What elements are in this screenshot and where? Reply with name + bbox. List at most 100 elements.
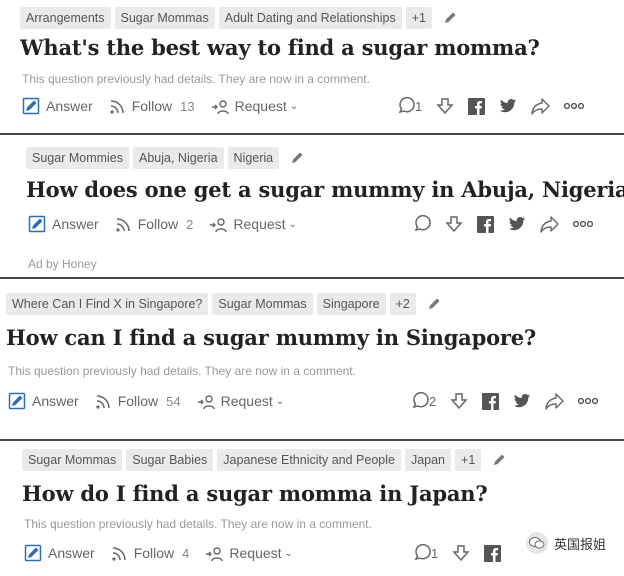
comment-count: 2 — [429, 393, 437, 409]
downvote-button[interactable] — [452, 544, 470, 562]
facebook-share-button[interactable] — [484, 544, 502, 562]
twitter-share-button[interactable] — [508, 216, 526, 232]
request-button[interactable]: Request ⌄ — [209, 216, 297, 233]
topic-tag[interactable]: Sugar Babies — [126, 449, 214, 471]
answer-label: Answer — [52, 216, 99, 232]
topic-tags: Sugar Mommas Sugar Babies Japanese Ethni… — [22, 448, 507, 472]
follow-label: Follow — [137, 216, 179, 232]
comment-count: 1 — [415, 98, 423, 114]
question-title[interactable]: How can I find a sugar mummy in Singapor… — [6, 325, 536, 350]
answer-button[interactable]: Answer — [28, 215, 99, 233]
request-label: Request — [220, 393, 273, 409]
follow-rss-icon — [112, 546, 126, 561]
downvote-button[interactable] — [445, 215, 463, 233]
answer-button[interactable]: Answer — [8, 392, 79, 410]
twitter-icon — [514, 394, 531, 408]
edit-topics-icon[interactable] — [426, 296, 442, 312]
facebook-share-button[interactable] — [482, 392, 500, 410]
comment-button[interactable]: 2 — [411, 392, 436, 410]
comment-count: 1 — [431, 545, 439, 561]
more-options-button[interactable] — [564, 103, 585, 109]
answer-button[interactable]: Answer — [24, 544, 95, 562]
request-button[interactable]: Request ⌄ — [197, 393, 284, 410]
share-button[interactable] — [531, 97, 550, 115]
question-title[interactable]: How does one get a sugar mummy in Abuja,… — [26, 177, 624, 202]
watermark: 英国报姐 — [525, 532, 606, 554]
edit-topics-icon[interactable] — [491, 452, 507, 468]
answer-pencil-icon — [24, 544, 42, 562]
follow-button[interactable]: Follow 4 — [111, 545, 189, 562]
follow-label: Follow — [131, 98, 173, 114]
answer-button[interactable]: Answer — [22, 97, 93, 115]
more-topics-tag[interactable]: +1 — [455, 449, 482, 471]
follow-button[interactable]: Follow 13 — [109, 98, 195, 115]
share-button[interactable] — [545, 392, 564, 410]
follow-label: Follow — [117, 393, 159, 409]
more-options-button[interactable] — [573, 221, 593, 227]
question-actions: Answer Follow 4 Request ⌄ — [24, 542, 309, 564]
topic-tag[interactable]: Sugar Mommas — [22, 449, 123, 471]
share-actions: 2 — [411, 390, 599, 412]
comment-button[interactable] — [413, 215, 431, 233]
question-title[interactable]: What's the best way to find a sugar momm… — [20, 35, 540, 60]
comment-button[interactable]: 1 — [413, 544, 438, 562]
topic-tag[interactable]: Japan — [404, 449, 452, 471]
facebook-icon — [477, 215, 494, 233]
follow-button[interactable]: Follow 54 — [95, 393, 181, 410]
wechat-logo-icon — [525, 532, 548, 554]
topic-tag[interactable]: Adult Dating and Relationships — [218, 7, 402, 29]
downvote-icon — [450, 393, 468, 410]
question-title[interactable]: How do I find a sugar momma in Japan? — [22, 481, 488, 506]
comment-button[interactable]: 1 — [397, 97, 422, 115]
facebook-share-button[interactable] — [477, 215, 494, 233]
facebook-share-button[interactable] — [468, 97, 486, 115]
request-person-icon — [210, 217, 228, 232]
twitter-share-button[interactable] — [499, 98, 517, 114]
share-arrow-icon — [545, 392, 564, 410]
request-button[interactable]: Request ⌄ — [205, 545, 293, 562]
answer-pencil-icon — [22, 97, 40, 115]
comment-icon — [414, 215, 431, 232]
question-details-note: This question previously had details. Th… — [22, 72, 370, 86]
topic-tag[interactable]: Abuja, Nigeria — [133, 147, 224, 169]
more-topics-tag[interactable]: +1 — [405, 7, 432, 29]
topic-tags: Where Can I Find X in Singapore? Sugar M… — [6, 292, 442, 316]
edit-topics-icon[interactable] — [289, 150, 305, 166]
more-dots-icon — [578, 398, 599, 404]
ad-label: Ad by Honey — [28, 257, 97, 271]
more-topics-tag[interactable]: +2 — [389, 293, 416, 315]
more-dots-icon — [573, 221, 593, 227]
follow-rss-icon — [110, 99, 124, 114]
topic-tag[interactable]: Sugar Mommies — [26, 147, 129, 169]
topic-tag[interactable]: Sugar Mommas — [114, 7, 215, 29]
request-label: Request — [229, 545, 282, 561]
topic-tag[interactable]: Japanese Ethnicity and People — [217, 449, 401, 471]
follow-button[interactable]: Follow 2 — [115, 216, 193, 233]
share-arrow-icon — [540, 215, 559, 233]
follow-rss-icon — [96, 394, 110, 409]
edit-topics-icon[interactable] — [442, 10, 458, 26]
topic-tag[interactable]: Sugar Mommas — [212, 293, 313, 315]
downvote-icon — [445, 216, 463, 233]
request-label: Request — [234, 98, 287, 114]
downvote-icon — [436, 98, 454, 115]
share-button[interactable] — [540, 215, 559, 233]
more-options-button[interactable] — [578, 398, 599, 404]
question-details-note: This question previously had details. Th… — [24, 517, 372, 531]
topic-tag[interactable]: Singapore — [316, 293, 386, 315]
topic-tags: Sugar Mommies Abuja, Nigeria Nigeria — [26, 146, 305, 170]
downvote-icon — [452, 545, 470, 562]
twitter-share-button[interactable] — [513, 393, 531, 409]
share-actions: 1 — [397, 95, 585, 117]
twitter-icon — [508, 217, 525, 231]
question-card: Arrangements Sugar Mommas Adult Dating a… — [0, 0, 624, 133]
topic-tag[interactable]: Where Can I Find X in Singapore? — [6, 293, 209, 315]
request-person-icon — [206, 546, 224, 561]
request-button[interactable]: Request ⌄ — [211, 98, 298, 115]
topic-tag[interactable]: Nigeria — [227, 147, 280, 169]
downvote-button[interactable] — [450, 392, 468, 410]
downvote-button[interactable] — [436, 97, 454, 115]
question-card: Where Can I Find X in Singapore? Sugar M… — [0, 279, 624, 439]
twitter-icon — [500, 99, 517, 113]
topic-tag[interactable]: Arrangements — [20, 7, 111, 29]
